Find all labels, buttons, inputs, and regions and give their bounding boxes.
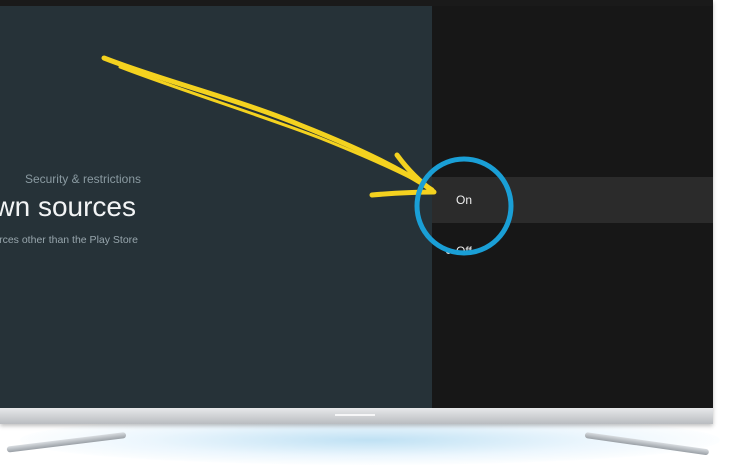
setting-description: Allow installation of apps from sources … [0,234,138,246]
tv-bottom-bezel [0,408,713,424]
option-off[interactable]: Off [432,228,713,274]
page-title: Unknown sources [0,191,136,222]
breadcrumb: Security & restrictions [24,172,141,186]
option-on[interactable]: On [432,177,713,223]
tv-logo-bar [335,414,375,416]
tv-screenshot-stage: Security & restrictions Unknown sources … [0,0,747,474]
option-off-label: Off [456,244,472,258]
selected-indicator-icon [446,248,451,254]
tv-frame: Security & restrictions Unknown sources … [0,0,713,424]
settings-description-panel: Security & restrictions Unknown sources … [0,6,432,408]
option-on-label: On [456,193,473,207]
